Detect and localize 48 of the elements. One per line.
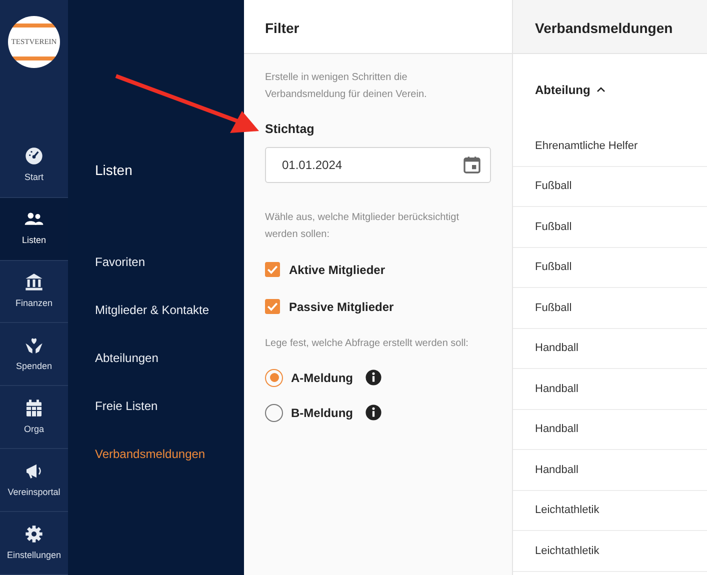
checkbox[interactable] (265, 299, 280, 314)
field-label: Stichtag (265, 121, 316, 138)
submenu-title: Listen (95, 161, 134, 180)
hint-text: Lege fest, welche Abfrage erstellt werden soll: (265, 336, 470, 351)
nav-rail-label: Listen (22, 234, 46, 248)
nav-rail-label: Finanzen (15, 297, 53, 310)
calendar-icon (24, 398, 44, 418)
nav-rail-label: Einstellungen (6, 548, 62, 562)
nav-rail-item[interactable]: Listen (0, 198, 68, 261)
table-cell: Fußball (513, 207, 707, 248)
submenu-item[interactable]: Verbandsmeldungen (95, 445, 213, 463)
submenu-item[interactable]: Mitglieder & Kontakte (95, 301, 213, 319)
nav-rail-label: Start (24, 171, 44, 184)
info-icon[interactable] (365, 369, 382, 386)
nav-rail-label: Orga (24, 423, 44, 436)
checkbox-label[interactable]: Aktive Mitglieder (289, 260, 386, 279)
table-cell: Ehrenamtliche Helfer (513, 126, 707, 166)
date-field[interactable]: 01.01.2024 (265, 146, 491, 183)
radio-label[interactable]: B-Meldung (291, 404, 353, 422)
nav-rail-label: Vereinsportal (8, 486, 60, 499)
calendar-icon (462, 154, 482, 175)
gauge-icon (24, 146, 44, 166)
panel-title: Filter (244, 0, 512, 54)
column-header[interactable]: Abteilung (535, 81, 590, 99)
info-icon[interactable] (365, 404, 382, 422)
submenu-item[interactable]: Freie Listen (95, 397, 213, 415)
table-cell: Handball (513, 328, 707, 369)
nav-rail-label: Spenden (16, 360, 52, 374)
radio-button[interactable] (265, 404, 283, 422)
submenu-item[interactable]: Favoriten (95, 253, 213, 271)
intro-text: Erstelle in wenigen Schritten die Verbandsmeldung für deinen Verein. (265, 71, 428, 102)
hint-text: Wähle aus, welche Mitglieder berücksichtigt werden sollen: (265, 210, 460, 242)
checkbox[interactable] (265, 262, 280, 278)
table-cell: Fußball (513, 166, 707, 207)
checkbox-label[interactable]: Passive Mitglieder (289, 298, 394, 316)
table-cell: Leichtathletik (513, 531, 707, 572)
table-cell: Fußball (513, 288, 707, 328)
table-cell: Fußball (513, 248, 707, 288)
submenu-item[interactable]: Abteilungen (95, 349, 213, 367)
table-cell: Leichtathletik (513, 490, 707, 531)
panel-title: Verbandsmeldungen (513, 0, 707, 54)
settings-icon (24, 524, 44, 544)
radio-button[interactable] (265, 368, 283, 387)
table-cell: Handball (513, 450, 707, 490)
bank-icon (24, 272, 44, 292)
table-cell: Handball (513, 410, 707, 450)
radio-label[interactable]: A-Meldung (291, 368, 353, 387)
table-cell: Handball (513, 369, 707, 410)
